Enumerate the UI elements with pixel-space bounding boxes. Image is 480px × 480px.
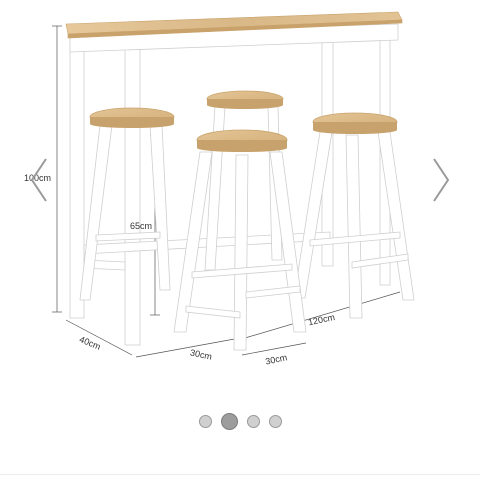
next-image-button[interactable] (428, 155, 452, 205)
pagination-dot-1[interactable] (198, 414, 212, 428)
pagination-dots (0, 410, 480, 432)
seat-width-label-2: 30cm (264, 352, 288, 366)
pagination-dot-4[interactable] (268, 414, 282, 428)
length-label: 120cm (307, 312, 336, 327)
seat-width-label-1: 30cm (189, 347, 213, 361)
bar-table-stool-set-image: 100cm 65cm 40cm 30cm 30cm 120cm (24, 11, 415, 367)
stool-right (293, 112, 415, 319)
chevron-right-icon (433, 158, 450, 202)
pagination-dot-3[interactable] (246, 414, 260, 428)
product-image-gallery[interactable]: 100cm 65cm 40cm 30cm 30cm 120cm (0, 0, 480, 400)
stool-front (173, 129, 307, 351)
previous-image-button[interactable] (28, 155, 52, 205)
chevron-left-icon (30, 158, 47, 202)
divider (0, 474, 480, 475)
stool-height-label: 65cm (130, 221, 152, 231)
pagination-dot-2-active[interactable] (220, 412, 238, 430)
